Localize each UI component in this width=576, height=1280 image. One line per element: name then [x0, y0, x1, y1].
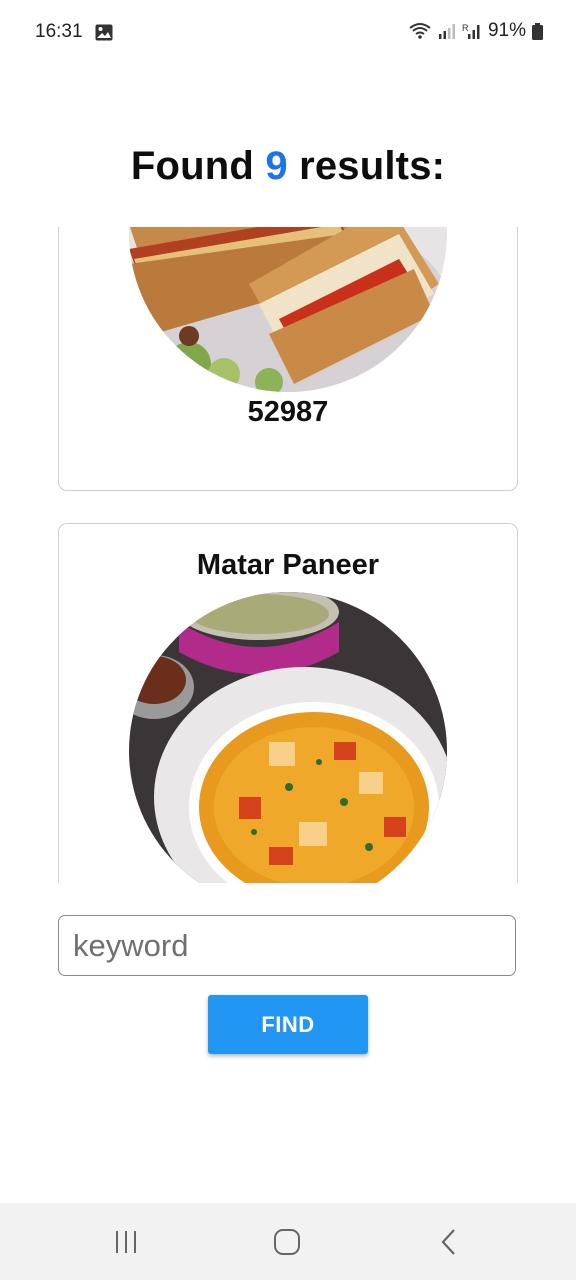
status-time: 16:31 — [35, 21, 83, 42]
result-card[interactable]: Matar Paneer — [58, 523, 518, 883]
battery-icon — [532, 22, 543, 40]
result-title: Matar Paneer — [196, 549, 380, 581]
home-icon[interactable] — [272, 1227, 302, 1257]
gallery-icon — [95, 24, 113, 41]
grilled-sandwich-image — [129, 227, 447, 392]
navigation-bar — [0, 1203, 576, 1280]
battery-percent: 91% — [487, 20, 526, 41]
results-suffix: results: — [287, 144, 446, 188]
result-title: 52987 — [247, 396, 329, 428]
matar-paneer-curry-image — [129, 592, 447, 883]
find-button[interactable]: FIND — [208, 995, 368, 1054]
results-title: Found 9 results: — [0, 144, 576, 189]
back-icon[interactable] — [434, 1227, 464, 1257]
wifi-icon — [409, 23, 431, 39]
signal-icon — [438, 24, 455, 39]
recents-icon[interactable] — [111, 1227, 141, 1257]
results-count: 9 — [265, 144, 288, 188]
status-icons: R 91% — [408, 20, 543, 42]
status-bar: 16:31 R 91% — [0, 0, 576, 64]
results-prefix: Found — [130, 144, 266, 188]
svg-text:R: R — [462, 23, 469, 33]
signal-r-icon: R — [462, 23, 480, 39]
results-list[interactable]: 52987 Matar Paneer — [0, 227, 576, 883]
result-card[interactable]: 52987 — [58, 227, 518, 491]
search-input[interactable] — [58, 915, 516, 976]
